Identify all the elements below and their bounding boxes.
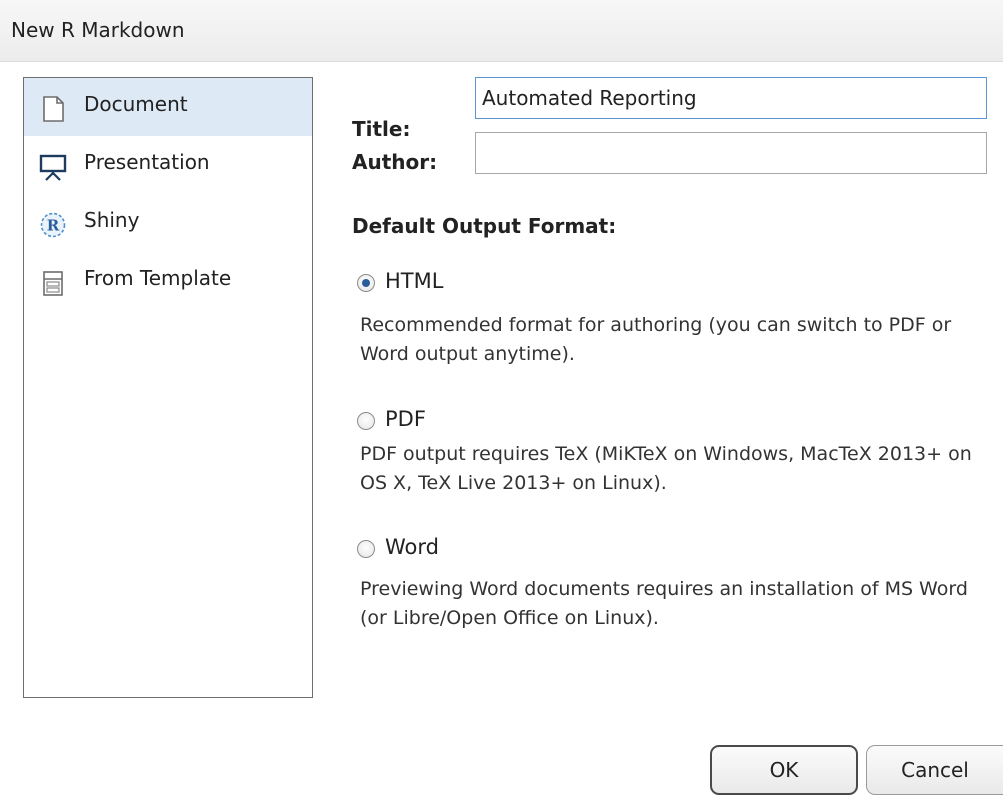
document-icon — [38, 94, 68, 124]
html-radio-label[interactable]: HTML — [385, 269, 443, 293]
sidebar-item-label: From Template — [84, 266, 232, 290]
word-description: Previewing Word documents requires an in… — [360, 578, 968, 629]
presentation-icon — [38, 152, 68, 182]
template-icon — [38, 268, 68, 298]
sidebar-item-label: Presentation — [84, 150, 210, 174]
word-radio-label[interactable]: Word — [385, 535, 439, 559]
ok-button[interactable]: OK — [710, 745, 858, 795]
title-label: Title: — [352, 117, 411, 141]
sidebar-item-label: Document — [84, 92, 188, 116]
pdf-radio-label[interactable]: PDF — [385, 407, 426, 431]
document-type-list: Document Presentation R Shiny From Templ… — [23, 77, 313, 698]
sidebar-item-shiny[interactable]: R Shiny — [24, 194, 312, 252]
sidebar-item-from-template[interactable]: From Template — [24, 252, 312, 310]
cancel-button[interactable]: Cancel — [866, 745, 1003, 795]
sidebar-item-label: Shiny — [84, 208, 140, 232]
sidebar-item-document[interactable]: Document — [24, 78, 312, 136]
shiny-r-icon: R — [38, 210, 68, 240]
dialog-title: New R Markdown — [11, 18, 185, 42]
sidebar-item-presentation[interactable]: Presentation — [24, 136, 312, 194]
html-description: Recommended format for authoring (you ca… — [360, 314, 952, 365]
author-input[interactable] — [475, 132, 987, 174]
word-radio[interactable] — [357, 540, 375, 558]
title-bar[interactable]: New R Markdown — [0, 0, 1003, 62]
title-input[interactable] — [475, 77, 987, 119]
pdf-radio[interactable] — [357, 412, 375, 430]
author-label: Author: — [352, 150, 438, 174]
output-format-heading: Default Output Format: — [352, 214, 617, 238]
new-r-markdown-dialog: New R Markdown Document Presentation R S… — [0, 0, 1003, 798]
pdf-description: PDF output requires TeX (MiKTeX on Windo… — [360, 443, 972, 494]
html-radio[interactable] — [357, 274, 375, 292]
svg-text:R: R — [47, 217, 60, 235]
